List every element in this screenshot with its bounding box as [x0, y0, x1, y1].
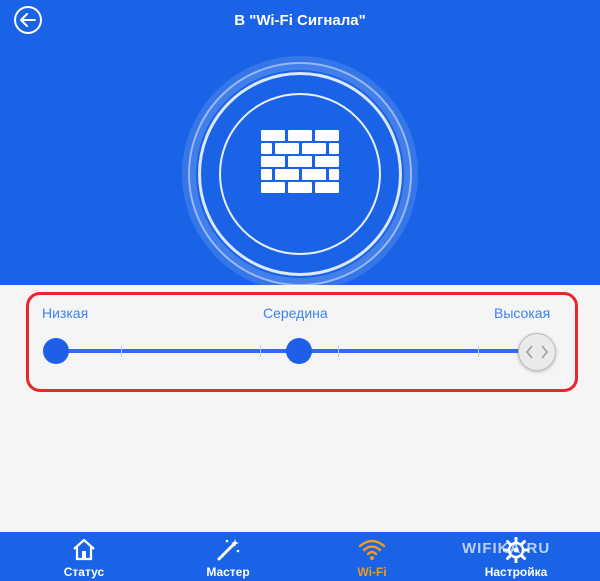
brick-wall-icon — [261, 130, 339, 193]
page-title: В "Wi-Fi Сигнала" — [234, 12, 366, 29]
slider-tick — [478, 345, 479, 357]
slider-stop-mid[interactable] — [286, 338, 312, 364]
level-label-high: Высокая — [494, 305, 551, 321]
wifi-icon — [358, 539, 386, 560]
slider-stop-low[interactable] — [43, 338, 69, 364]
slider-tick — [121, 345, 122, 357]
nav-label-settings: Настройка — [484, 565, 548, 579]
nav-label-status: Статус — [63, 565, 105, 579]
nav-item-wifi[interactable]: Wi-Fi — [317, 532, 427, 581]
slider-tick — [260, 345, 261, 357]
slider-handle[interactable] — [518, 333, 556, 371]
chevron-left-right-icon — [526, 345, 548, 359]
magic-wand-icon — [217, 539, 240, 561]
nav-item-wizard[interactable]: Мастер — [173, 532, 283, 581]
header: В "Wi-Fi Сигнала" — [0, 0, 600, 286]
nav-label-wifi: Wi-Fi — [357, 565, 387, 579]
house-icon — [73, 538, 95, 561]
nav-label-wizard: Мастер — [206, 565, 250, 579]
watermark: WIFIKA.RU — [462, 540, 551, 557]
slider-tick — [338, 345, 339, 357]
level-label-mid: Середина — [263, 305, 328, 321]
nav-item-status[interactable]: Статус — [29, 532, 139, 581]
level-label-low: Низкая — [42, 305, 89, 321]
